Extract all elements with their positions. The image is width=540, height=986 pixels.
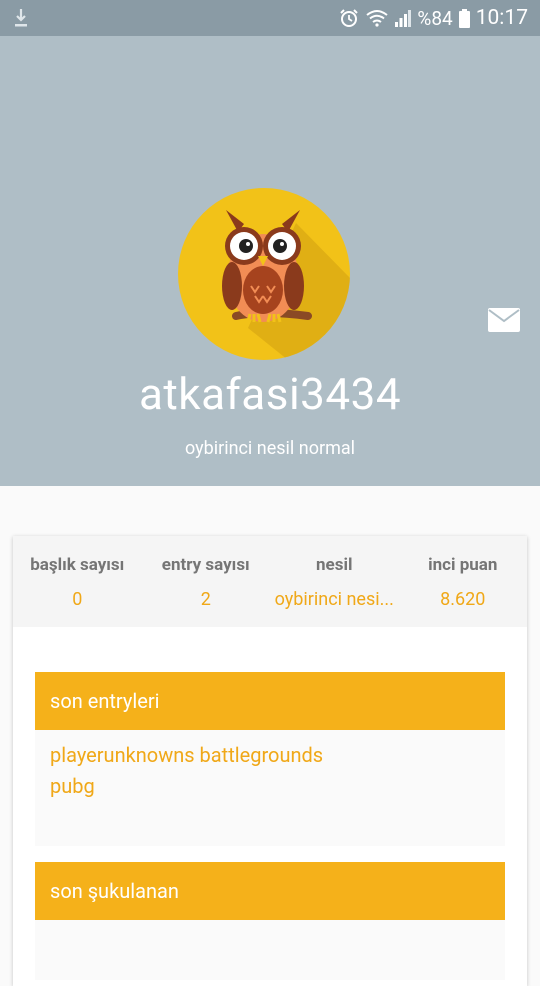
download-icon — [14, 8, 28, 32]
profile-card: başlık sayısı 0 entry sayısı 2 nesil oyb… — [13, 536, 527, 986]
profile-header: atkafasi3434 oybirinci nesil normal — [0, 36, 540, 486]
stat-topic-count: başlık sayısı 0 — [13, 536, 142, 627]
entries-list: playerunknowns battlegrounds pubg — [35, 730, 505, 846]
generation-label: oybirinci nesil normal — [184, 438, 356, 459]
battery-icon — [458, 8, 470, 28]
list-item[interactable]: pubg — [35, 771, 505, 802]
battery-percent: %84 — [417, 6, 453, 30]
stat-value: 8.620 — [440, 589, 486, 610]
clock-time: 10:17 — [475, 6, 528, 30]
section-header: son entryleri — [35, 672, 505, 730]
recent-liked-section: son şukulanan — [35, 862, 505, 980]
stat-label: nesil — [316, 555, 353, 575]
stat-value: 0 — [72, 589, 83, 610]
stat-points: inci puan 8.620 — [399, 536, 528, 627]
wifi-icon — [365, 9, 389, 27]
owl-avatar — [178, 188, 350, 360]
section-header: son şukulanan — [35, 862, 505, 920]
mail-icon[interactable] — [488, 308, 520, 332]
stat-label: başlık sayısı — [30, 555, 125, 575]
status-bar: %84 10:17 — [0, 0, 540, 36]
stat-value: oybirinci nesi... — [274, 589, 394, 610]
stat-label: entry sayısı — [161, 555, 250, 575]
stat-value: 2 — [200, 589, 211, 610]
liked-list — [35, 920, 505, 980]
stats-row: başlık sayısı 0 entry sayısı 2 nesil oyb… — [13, 536, 527, 627]
stat-label: inci puan — [428, 555, 498, 575]
list-item[interactable]: playerunknowns battlegrounds — [35, 740, 505, 771]
alarm-icon — [339, 8, 359, 28]
stat-entry-count: entry sayısı 2 — [142, 536, 271, 627]
recent-entries-section: son entryleri playerunknowns battlegroun… — [35, 672, 505, 846]
signal-icon — [395, 9, 412, 27]
username: atkafasi3434 — [138, 368, 402, 420]
stat-generation: nesil oybirinci nesi... — [270, 536, 399, 627]
